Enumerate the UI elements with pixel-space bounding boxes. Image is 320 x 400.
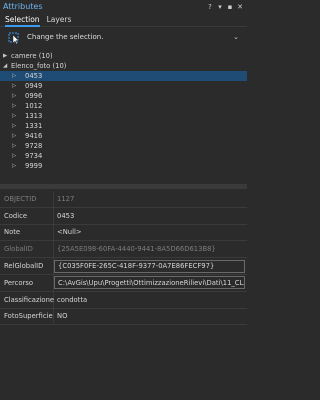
expand-arrow-icon[interactable]: ▷ xyxy=(12,133,20,139)
tab-strip: Selection Layers xyxy=(0,13,247,27)
field-name: Percorso xyxy=(0,274,54,291)
feature-id: 0453 xyxy=(25,72,43,80)
tree-layer-elenco-foto[interactable]: ◢ Elenco_foto (10) xyxy=(0,61,247,71)
options-menu-button[interactable]: ▾ xyxy=(216,2,224,11)
expand-arrow-icon[interactable]: ▷ xyxy=(12,103,20,109)
selection-instruction: Change the selection. xyxy=(27,33,104,41)
feature-id: 0949 xyxy=(25,82,43,90)
feature-id: 9999 xyxy=(25,162,43,170)
attribute-row-relglobalid[interactable]: RelGlobalID {C035F0FE-265C-418F-9377-0A7… xyxy=(0,258,247,275)
tree-layer-camere[interactable]: ▶ camere (10) xyxy=(0,51,247,61)
expand-arrow-icon[interactable]: ▷ xyxy=(12,73,20,79)
expand-arrow-icon[interactable]: ▷ xyxy=(12,113,20,119)
field-value[interactable]: condotta xyxy=(54,296,247,304)
expand-arrow-icon[interactable]: ▷ xyxy=(12,83,20,89)
selection-tree: ▶ camere (10) ◢ Elenco_foto (10) ▷ 0453 … xyxy=(0,51,247,171)
field-value[interactable]: 0453 xyxy=(54,212,247,220)
field-value: {25A5E098-60FA-4440-9441-8A5D66D613B8} xyxy=(57,245,216,254)
tree-feature-row[interactable]: ▷ 1313 xyxy=(0,111,247,121)
tree-feature-row[interactable]: ▷ 1012 xyxy=(0,101,247,111)
field-name: Note xyxy=(0,224,54,241)
help-button[interactable]: ? xyxy=(206,2,214,11)
field-value: 1127 xyxy=(57,194,75,203)
close-button[interactable]: ✕ xyxy=(236,2,244,11)
auto-hide-button[interactable]: ▪ xyxy=(226,2,234,11)
attribute-row-codice[interactable]: Codice 0453 xyxy=(0,207,247,225)
attribute-row-classificazione[interactable]: Classificazione condotta xyxy=(0,291,247,309)
tab-layers[interactable]: Layers xyxy=(45,15,75,26)
title-bar: Attributes ? ▾ ▪ ✕ xyxy=(0,0,247,13)
attribute-row-globalid: GlobalID {25A5E098-60FA-4440-9441-8A5D66… xyxy=(0,241,247,259)
feature-id: 1313 xyxy=(25,112,43,120)
field-name: Classificazione xyxy=(0,291,54,308)
change-selection-icon[interactable] xyxy=(8,31,21,44)
field-value-input[interactable]: {C035F0FE-265C-418F-9377-0A7E86FECF97} xyxy=(54,259,245,273)
field-name: Codice xyxy=(0,207,54,224)
tree-layer-label: Elenco_foto (10) xyxy=(11,62,67,70)
feature-id: 0996 xyxy=(25,92,43,100)
selection-toolbar: Change the selection. ⌄ xyxy=(0,27,247,47)
field-value[interactable]: NO xyxy=(54,312,247,320)
pane-title: Attributes xyxy=(3,2,43,11)
feature-id: 9734 xyxy=(25,152,43,160)
attribute-row-note[interactable]: Note <Null> xyxy=(0,224,247,242)
expand-arrow-icon[interactable]: ▷ xyxy=(12,163,20,169)
field-name: RelGlobalID xyxy=(0,258,54,274)
expand-arrow-icon[interactable]: ▷ xyxy=(12,143,20,149)
tree-feature-row[interactable]: ▷ 0453 xyxy=(0,71,247,81)
feature-id: 9416 xyxy=(25,132,43,140)
field-name: FotoSuperficie xyxy=(0,308,54,325)
attribute-row-percorso[interactable]: Percorso C:\AvGis\Upu\Progetti\Ottimizza… xyxy=(0,274,247,292)
tree-layer-label: camere (10) xyxy=(11,52,53,60)
pane-splitter[interactable] xyxy=(0,184,247,189)
attribute-row-fotosuperficie[interactable]: FotoSuperficie NO xyxy=(0,308,247,326)
feature-id: 1331 xyxy=(25,122,43,130)
tree-feature-row[interactable]: ▷ 0996 xyxy=(0,91,247,101)
expand-arrow-icon[interactable]: ▷ xyxy=(12,93,20,99)
field-name: OBJECTID xyxy=(0,191,54,207)
tree-feature-row[interactable]: ▷ 9728 xyxy=(0,141,247,151)
expand-arrow-icon[interactable]: ▶ xyxy=(3,53,11,59)
attribute-row-objectid: OBJECTID 1127 xyxy=(0,191,247,208)
feature-id: 9728 xyxy=(25,142,43,150)
tree-feature-row[interactable]: ▷ 1331 xyxy=(0,121,247,131)
field-name: GlobalID xyxy=(0,241,54,258)
field-value-input[interactable]: C:\AvGis\Upu\Progetti\OttimizzazioneRili… xyxy=(54,276,245,290)
expand-arrow-icon[interactable]: ▷ xyxy=(12,153,20,159)
chevron-down-icon[interactable]: ⌄ xyxy=(231,33,239,41)
tree-feature-row[interactable]: ▷ 9734 xyxy=(0,151,247,161)
tree-feature-row[interactable]: ▷ 9999 xyxy=(0,161,247,171)
collapse-arrow-icon[interactable]: ◢ xyxy=(3,63,11,69)
tree-feature-row[interactable]: ▷ 0949 xyxy=(0,81,247,91)
feature-id: 1012 xyxy=(25,102,43,110)
tab-selection[interactable]: Selection xyxy=(3,15,43,27)
field-value[interactable]: <Null> xyxy=(54,228,247,236)
attribute-grid: OBJECTID 1127 Codice 0453 Note <Null> Gl… xyxy=(0,191,247,326)
expand-arrow-icon[interactable]: ▷ xyxy=(12,123,20,129)
tree-feature-row[interactable]: ▷ 9416 xyxy=(0,131,247,141)
